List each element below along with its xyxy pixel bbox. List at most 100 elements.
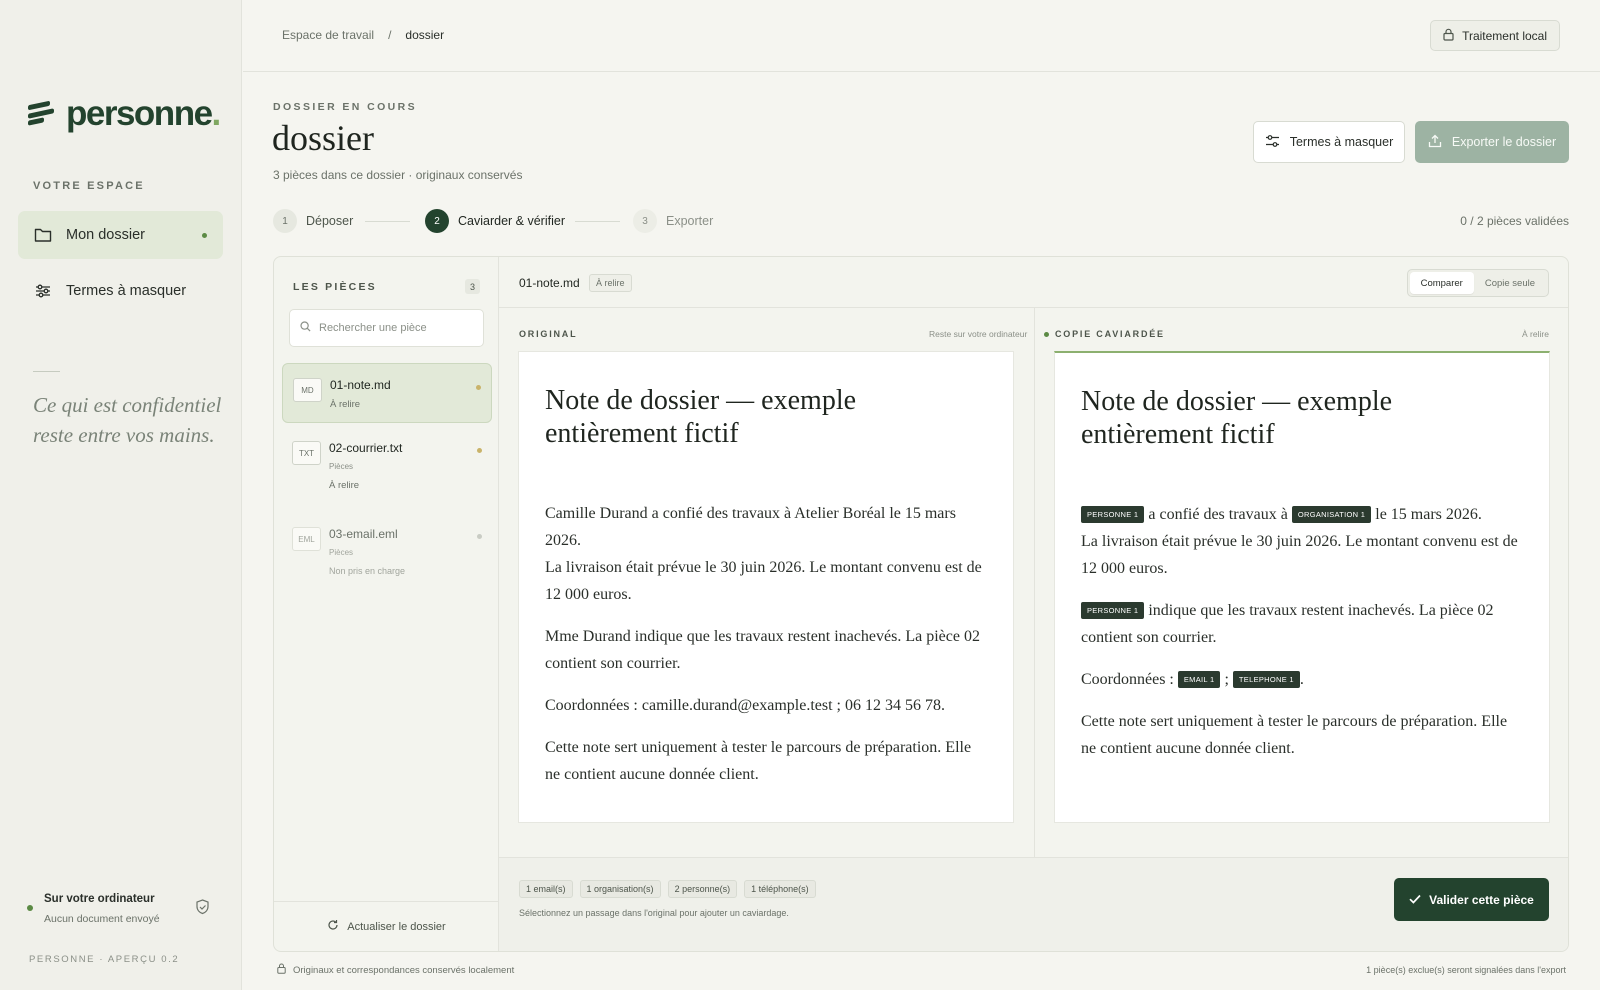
redacted-paragraph: PERSONNE 1 indique que les travaux reste… — [1081, 597, 1523, 651]
search-input[interactable] — [319, 322, 479, 334]
chip-personne[interactable]: 2 personne(s) — [667, 880, 738, 898]
original-column-label: ORIGINAL — [519, 329, 578, 339]
redaction-tag-personne[interactable]: PERSONNE 1 — [1081, 602, 1145, 619]
app-version: PERSONNE · APERÇU 0.2 — [29, 954, 180, 965]
terms-button-label: Termes à masquer — [1289, 135, 1394, 149]
search-icon — [300, 319, 311, 337]
document-toolbar: 01-note.md À relire Comparer Copie seule — [499, 257, 1568, 308]
original-document[interactable]: Note de dossier — exemple entièrement fi… — [518, 351, 1014, 823]
status-dot — [27, 905, 33, 911]
pieces-heading: LES PIÈCES — [293, 281, 377, 293]
redaction-hint: Sélectionnez un passage dans l'original … — [519, 908, 789, 918]
step-caviarder[interactable]: 2 Caviarder & vérifier — [425, 209, 565, 233]
step-number: 1 — [273, 209, 297, 233]
sidebar-item-termes[interactable]: Termes à masquer — [18, 267, 223, 315]
review-footer: 1 email(s) 1 organisation(s) 2 personne(… — [499, 857, 1568, 951]
breadcrumb-current: dossier — [405, 28, 445, 42]
step-connector — [575, 221, 620, 222]
piece-item-01-note[interactable]: MD 01-note.md À relire — [282, 363, 492, 423]
document-status-badge: À relire — [589, 274, 632, 292]
folder-icon — [34, 226, 52, 244]
redacted-label-text: COPIE CAVIARDÉE — [1055, 329, 1165, 339]
terms-to-mask-button[interactable]: Termes à masquer — [1253, 121, 1405, 163]
piece-status-dot — [476, 385, 481, 390]
breadcrumb-workspace[interactable]: Espace de travail — [282, 28, 374, 42]
quote-line-2: reste entre vos mains. — [33, 423, 215, 447]
piece-status: À relire — [329, 480, 360, 491]
sidebar: personne. VOTRE ESPACE Mon dossier Terme… — [0, 0, 242, 990]
piece-status: À relire — [330, 399, 361, 410]
redacted-paragraph: La livraison était prévue le 30 juin 202… — [1081, 533, 1518, 577]
sidebar-item-mon-dossier[interactable]: Mon dossier — [18, 211, 223, 259]
page-subtitle: 3 pièces dans ce dossier · originaux con… — [273, 168, 523, 182]
lock-icon — [1443, 28, 1454, 44]
file-eml-icon: EML — [292, 527, 321, 551]
view-compare-button[interactable]: Comparer — [1409, 272, 1474, 294]
status-dot — [1044, 331, 1049, 337]
chip-organisation[interactable]: 1 organisation(s) — [579, 880, 661, 898]
refresh-dossier-button[interactable]: Actualiser le dossier — [274, 901, 499, 951]
refresh-label: Actualiser le dossier — [347, 920, 446, 933]
piece-status-dot — [477, 448, 482, 453]
brand-logo[interactable]: personne. — [28, 94, 222, 133]
local-processing-badge[interactable]: Traitement local — [1430, 20, 1560, 51]
step-label: Caviarder & vérifier — [458, 214, 565, 228]
pieces-list-panel: LES PIÈCES 3 MD 01-note.md À relire TXT … — [274, 257, 499, 951]
text-span: Coordonnées : — [1081, 671, 1178, 688]
redacted-column-label: COPIE CAVIARDÉE — [1044, 329, 1165, 339]
original-paragraph: La livraison était prévue le 30 juin 202… — [545, 559, 982, 603]
text-span: . — [1299, 671, 1304, 688]
status-title: Sur votre ordinateur — [44, 893, 155, 905]
piece-status: Non pris en charge — [329, 566, 406, 576]
sidebar-item-label: Mon dossier — [66, 227, 145, 243]
step-label: Exporter — [666, 214, 714, 228]
storage-note-text: Originaux et correspondances conservés l… — [293, 964, 515, 976]
original-column-note: Reste sur votre ordinateur — [929, 329, 1028, 339]
piece-category: Pièces — [329, 548, 354, 557]
step-exporter[interactable]: 3 Exporter — [633, 209, 713, 233]
active-indicator-dot — [202, 232, 207, 238]
chip-email[interactable]: 1 email(s) — [519, 880, 573, 898]
original-paragraph: Camille Durand a confié des travaux à At… — [545, 505, 956, 549]
file-txt-icon: TXT — [292, 441, 321, 465]
storage-note: Originaux et correspondances conservés l… — [277, 963, 514, 977]
export-dossier-button[interactable]: Exporter le dossier — [1415, 121, 1569, 163]
document-heading: Note de dossier — exemple entièrement fi… — [545, 385, 857, 449]
file-md-icon: MD — [293, 378, 322, 402]
brand-name: personne — [66, 94, 213, 133]
piece-search[interactable] — [289, 309, 484, 347]
step-number: 2 — [425, 209, 449, 233]
view-copy-only-button[interactable]: Copie seule — [1474, 272, 1546, 294]
breadcrumb: Espace de travail / dossier — [282, 28, 444, 42]
brand-dot: . — [211, 94, 222, 133]
page-title: dossier — [272, 118, 374, 158]
piece-item-02-courrier[interactable]: TXT 02-courrier.txt Pièces À relire — [282, 427, 492, 507]
step-connector — [365, 221, 410, 222]
refresh-icon — [327, 919, 339, 934]
step-deposer[interactable]: 1 Déposer — [273, 209, 353, 233]
export-note: 1 pièce(s) exclue(s) seront signalées da… — [1366, 965, 1566, 975]
sidebar-section-label: VOTRE ESPACE — [33, 180, 145, 192]
export-button-label: Exporter le dossier — [1451, 135, 1557, 149]
piece-item-03-email[interactable]: EML 03-email.eml Pièces Non pris en char… — [282, 513, 492, 593]
redaction-tag-telephone[interactable]: TELEPHONE 1 — [1232, 671, 1300, 688]
lock-icon — [277, 963, 286, 977]
original-paragraph: Mme Durand indique que les travaux reste… — [545, 628, 980, 672]
redaction-tag-personne[interactable]: PERSONNE 1 — [1081, 506, 1145, 523]
piece-category: Pièces — [329, 462, 354, 471]
entity-chips: 1 email(s) 1 organisation(s) 2 personne(… — [519, 880, 816, 898]
redaction-tag-organisation[interactable]: ORGANISATION 1 — [1291, 506, 1372, 523]
topbar: Espace de travail / dossier Traitement l… — [243, 0, 1600, 72]
shield-check-icon — [195, 899, 210, 920]
chip-telephone[interactable]: 1 téléphone(s) — [744, 880, 816, 898]
validate-piece-button[interactable]: Valider cette pièce — [1394, 878, 1549, 921]
redaction-tag-email[interactable]: EMAIL 1 — [1177, 671, 1221, 688]
document-name: 01-note.md — [519, 276, 580, 290]
redacted-column-note: À relire — [1522, 329, 1549, 339]
redacted-paragraph: PERSONNE 1 a confié des travaux à ORGANI… — [1081, 501, 1523, 528]
piece-name: 01-note.md — [330, 378, 391, 392]
pieces-count-badge: 3 — [465, 279, 480, 294]
page-kicker: DOSSIER EN COURS — [273, 101, 417, 113]
redacted-document[interactable]: Note de dossier — exemple entièrement fi… — [1054, 351, 1550, 823]
piece-name: 03-email.eml — [329, 527, 398, 541]
